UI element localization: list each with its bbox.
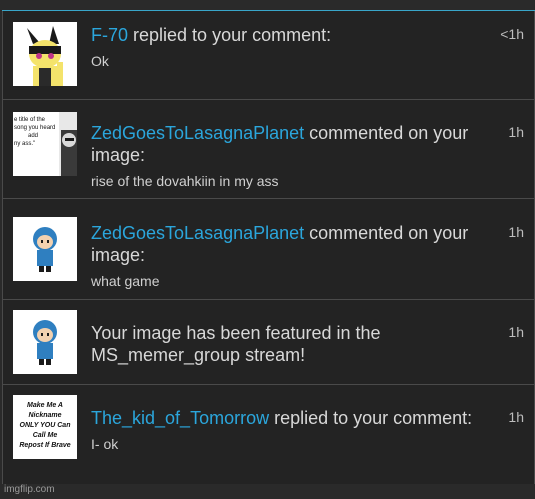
imgflip-watermark: imgflip.com	[4, 484, 55, 495]
notification-action: replied to your comment:	[128, 25, 332, 45]
blue-hooded-character-thumbnail[interactable]	[13, 217, 77, 281]
notification-time: 1h	[508, 224, 524, 240]
username-link[interactable]: The_kid_of_Tomorrow	[91, 408, 269, 428]
wolf-character-thumbnail[interactable]	[13, 22, 77, 86]
notification-headline: F-70 replied to your comment:	[91, 24, 491, 46]
notification-item[interactable]: ZedGoesToLasagnaPlanet commented on your…	[3, 199, 534, 300]
notification-text: ZedGoesToLasagnaPlanet commented on your…	[91, 122, 491, 190]
notification-item[interactable]: Make Me A Nickname ONLY YOU Can Call Me …	[3, 385, 534, 484]
notification-action: replied to your comment:	[269, 408, 473, 428]
notification-item[interactable]: e title of the song you heard add ny ass…	[3, 100, 534, 199]
notification-item[interactable]: Your image has been featured in the MS_m…	[3, 300, 534, 385]
notification-text: Your image has been featured in the MS_m…	[91, 322, 491, 366]
notification-time: 1h	[508, 324, 524, 340]
username-link[interactable]: ZedGoesToLasagnaPlanet	[91, 123, 304, 143]
meme-text-thumbnail[interactable]: e title of the song you heard add ny ass…	[13, 112, 77, 176]
notification-text: ZedGoesToLasagnaPlanet commented on your…	[91, 222, 491, 290]
notification-message: Ok	[91, 53, 109, 69]
notification-time: <1h	[500, 26, 524, 42]
notification-panel: F-70 replied to your comment: Ok <1h e t…	[2, 11, 535, 484]
notification-item[interactable]: F-70 replied to your comment: Ok <1h	[3, 11, 534, 100]
repost-sign-caption: Make Me A Nickname ONLY YOU Can Call Me …	[19, 402, 71, 449]
notification-headline: ZedGoesToLasagnaPlanet commented on your…	[91, 122, 491, 166]
notification-headline: ZedGoesToLasagnaPlanet commented on your…	[91, 222, 491, 266]
notification-message: rise of the dovahkiin in my ass	[91, 173, 279, 189]
notification-time: 1h	[508, 409, 524, 425]
notification-time: 1h	[508, 124, 524, 140]
notification-text: F-70 replied to your comment: Ok	[91, 24, 491, 70]
notification-headline: The_kid_of_Tomorrow replied to your comm…	[91, 407, 491, 429]
repost-sign-thumbnail[interactable]: Make Me A Nickname ONLY YOU Can Call Me …	[13, 395, 77, 459]
notification-message: what game	[91, 273, 160, 289]
notification-text: The_kid_of_Tomorrow replied to your comm…	[91, 407, 491, 453]
username-link[interactable]: ZedGoesToLasagnaPlanet	[91, 223, 304, 243]
meme-thumbnail-caption: e title of the song you heard add ny ass…	[14, 117, 56, 147]
notification-headline: Your image has been featured in the MS_m…	[91, 323, 381, 365]
blue-hooded-character-thumbnail[interactable]	[13, 310, 77, 374]
username-link[interactable]: F-70	[91, 25, 128, 45]
notification-message: I- ok	[91, 436, 119, 452]
